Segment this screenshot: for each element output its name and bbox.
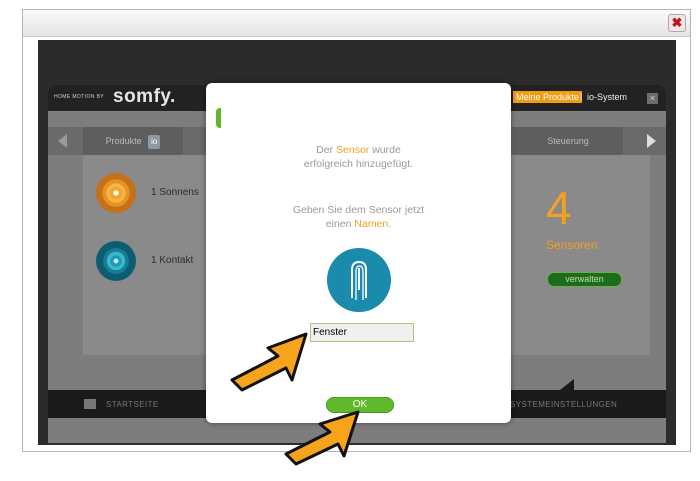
- msg1-line2: erfolgreich hinzugefügt.: [303, 158, 414, 170]
- msg2-line1: Geben Sie dem Sensor jetzt: [292, 204, 425, 216]
- somfy-logo: somfy.: [113, 86, 176, 107]
- success-message: Der Sensor wurde erfolgreich hinzugefügt…: [206, 143, 511, 171]
- tab-produkte-label: Produkte: [105, 136, 142, 146]
- window-titlebar: ✖: [23, 10, 690, 37]
- msg1-highlight: Sensor: [336, 144, 370, 156]
- header-separator: |: [580, 91, 583, 101]
- naming-instruction: Geben Sie dem Sensor jetzt einen Namen.: [206, 203, 511, 231]
- device-label-contact: 1 Kontakt: [151, 255, 194, 266]
- tab-steuerung[interactable]: Steuerung: [513, 127, 623, 155]
- prev-arrow-icon[interactable]: [58, 134, 67, 148]
- arrow-pointer-input-icon: [230, 332, 308, 392]
- header-close-icon[interactable]: ×: [647, 93, 658, 104]
- next-arrow-icon[interactable]: [647, 134, 656, 148]
- tab-produkte[interactable]: Produkte io: [83, 127, 183, 155]
- sensor-count: 4: [546, 182, 572, 234]
- home-link[interactable]: STARTSEITE: [106, 400, 159, 409]
- dialog-accent: [216, 108, 221, 128]
- manage-button[interactable]: verwalten: [547, 272, 622, 287]
- msg1-prefix: Der: [316, 144, 337, 156]
- contact-sensor-icon: [96, 241, 136, 281]
- sensor-count-label: Sensoren: [546, 238, 598, 252]
- my-products-button[interactable]: Meine Produkte: [513, 91, 583, 103]
- contact-sensor-large-icon: [327, 248, 391, 312]
- sun-sensor-icon: [96, 173, 136, 213]
- arrow-pointer-ok-icon: [284, 410, 360, 466]
- msg2-suffix: .: [388, 218, 392, 230]
- io-badge-icon: io: [148, 135, 161, 149]
- io-system-link[interactable]: io-System: [587, 92, 627, 102]
- tab-steuerung-label: Steuerung: [547, 136, 589, 146]
- device-label-sun: 1 Sonnens: [151, 187, 199, 198]
- sensor-name-input[interactable]: [310, 323, 414, 342]
- home-icon[interactable]: [84, 399, 96, 409]
- msg1-suffix: wurde: [369, 144, 401, 156]
- system-settings-link[interactable]: SYSTEMEINSTELLUNGEN: [510, 400, 617, 409]
- brand-tagline: HOME MOTION BY: [54, 94, 105, 100]
- msg2-prefix: einen: [325, 218, 355, 230]
- footer-notch: [560, 379, 574, 390]
- msg2-highlight: Namen: [354, 218, 389, 230]
- close-icon[interactable]: ✖: [668, 14, 686, 32]
